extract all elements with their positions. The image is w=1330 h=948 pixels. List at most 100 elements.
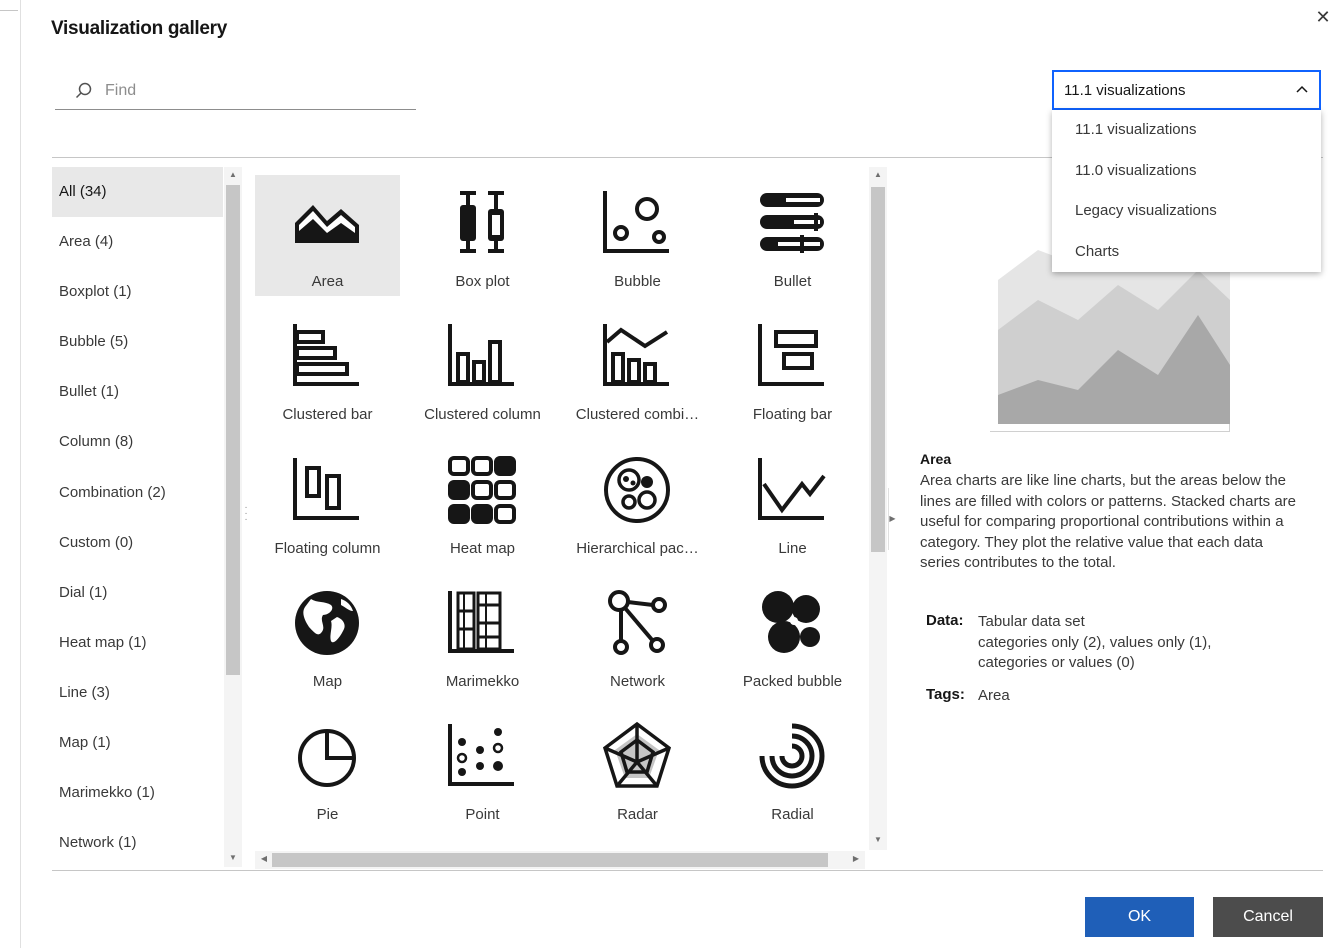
- search-field[interactable]: [55, 72, 416, 110]
- floating-bar-icon: [758, 324, 824, 386]
- version-select[interactable]: 11.1 visualizations: [1052, 70, 1321, 110]
- area-chart-icon: [295, 205, 359, 243]
- clustered-combination-icon: [603, 324, 669, 386]
- scroll-right-icon[interactable]: ▶: [847, 854, 865, 863]
- category-item[interactable]: Combination (2): [52, 468, 223, 518]
- viz-label: Pie: [316, 806, 339, 823]
- viz-tile-hierarchical-packed-bubble[interactable]: Hierarchical pac…: [565, 442, 710, 563]
- detail-data-value: Tabular data set categories only (2), va…: [978, 612, 1308, 674]
- viz-label: Marimekko: [445, 673, 520, 690]
- heat-map-icon: [448, 456, 516, 524]
- pane-splitter-handle[interactable]: · · ·: [244, 503, 248, 529]
- scroll-left-icon[interactable]: ◀: [255, 854, 273, 863]
- scroll-down-icon[interactable]: ▼: [224, 853, 242, 862]
- close-icon[interactable]: ✕: [1312, 6, 1330, 28]
- scroll-thumb[interactable]: [272, 853, 828, 867]
- viz-tile-bullet[interactable]: Bullet: [720, 175, 865, 296]
- menu-item-charts[interactable]: Charts: [1052, 232, 1321, 273]
- viz-label: Box plot: [455, 273, 510, 290]
- viz-label: Area: [311, 273, 344, 290]
- grid-vertical-scrollbar[interactable]: ▲ ▼: [869, 167, 887, 850]
- marimekko-icon: [448, 591, 514, 653]
- viz-label: Point: [465, 806, 500, 823]
- version-dropdown-menu: 11.1 visualizations 11.0 visualizations …: [1052, 110, 1321, 272]
- category-item[interactable]: Bubble (5): [52, 317, 223, 367]
- scroll-thumb[interactable]: [871, 187, 885, 552]
- category-item[interactable]: All (34): [52, 167, 223, 218]
- viz-label: Floating bar: [752, 406, 833, 423]
- left-divider: [20, 0, 21, 948]
- viz-tile-pie[interactable]: Pie: [255, 708, 400, 829]
- menu-item-11-1[interactable]: 11.1 visualizations: [1052, 110, 1321, 151]
- line-chart-icon: [758, 458, 826, 520]
- category-item[interactable]: Network (1): [52, 818, 223, 867]
- category-item[interactable]: Marimekko (1): [52, 768, 223, 818]
- divider: [52, 870, 1323, 871]
- viz-tile-radial[interactable]: Radial: [720, 708, 865, 829]
- viz-tile-box-plot[interactable]: Box plot: [410, 175, 555, 296]
- detail-title: Area: [920, 451, 952, 467]
- viz-label: Bullet: [773, 273, 812, 290]
- globe-map-icon: [295, 591, 359, 655]
- box-plot-icon: [460, 191, 504, 253]
- viz-label: Heat map: [449, 540, 516, 557]
- viz-label: Line: [778, 540, 807, 557]
- category-item[interactable]: Dial (1): [52, 568, 223, 618]
- detail-expander-handle[interactable]: ▶: [888, 488, 896, 550]
- bubble-chart-icon: [603, 191, 669, 253]
- viz-tile-clustered-column[interactable]: Clustered column: [410, 308, 555, 429]
- viz-tile-clustered-bar[interactable]: Clustered bar: [255, 308, 400, 429]
- category-item[interactable]: Custom (0): [52, 518, 223, 568]
- viz-tile-floating-bar[interactable]: Floating bar: [720, 308, 865, 429]
- viz-tile-bubble[interactable]: Bubble: [565, 175, 710, 296]
- ok-button[interactable]: OK: [1085, 897, 1194, 937]
- bullet-chart-icon: [760, 193, 824, 253]
- category-item[interactable]: Area (4): [52, 217, 223, 267]
- version-select-value: 11.1 visualizations: [1064, 82, 1186, 99]
- category-item[interactable]: Boxplot (1): [52, 267, 223, 317]
- detail-tags-value: Area: [978, 687, 1010, 704]
- clustered-column-icon: [448, 324, 514, 386]
- detail-tags-row: Tags: Area: [926, 686, 1306, 708]
- viz-tile-heat-map[interactable]: Heat map: [410, 442, 555, 563]
- viz-tile-network[interactable]: Network: [565, 575, 710, 696]
- detail-data-row: Data: Tabular data set categories only (…: [926, 612, 1306, 676]
- viz-tile-floating-column[interactable]: Floating column: [255, 442, 400, 563]
- scroll-down-icon[interactable]: ▼: [869, 835, 887, 844]
- viz-label: Radar: [617, 806, 658, 823]
- scroll-up-icon[interactable]: ▲: [869, 170, 887, 179]
- viz-tile-marimekko[interactable]: Marimekko: [410, 575, 555, 696]
- grid-horizontal-scrollbar[interactable]: ◀ ▶: [255, 851, 865, 869]
- category-item[interactable]: Heat map (1): [52, 618, 223, 668]
- menu-item-11-0[interactable]: 11.0 visualizations: [1052, 151, 1321, 192]
- clustered-bar-icon: [293, 324, 359, 386]
- viz-label: Clustered bar: [282, 406, 373, 423]
- hierarchical-packed-bubble-icon: [604, 457, 670, 523]
- viz-tile-line[interactable]: Line: [720, 442, 865, 563]
- viz-label: Packed bubble: [742, 673, 843, 690]
- viz-tile-packed-bubble[interactable]: Packed bubble: [720, 575, 865, 696]
- category-item[interactable]: Column (8): [52, 417, 223, 467]
- viz-tile-radar[interactable]: Radar: [565, 708, 710, 829]
- viz-tile-map[interactable]: Map: [255, 575, 400, 696]
- radar-chart-icon: [602, 721, 672, 788]
- detail-data-label: Data:: [926, 612, 964, 629]
- viz-label: Bubble: [614, 273, 661, 290]
- scroll-thumb[interactable]: [226, 185, 240, 675]
- pie-chart-icon: [298, 729, 356, 787]
- radial-chart-icon: [759, 723, 825, 789]
- category-scrollbar[interactable]: ▲ ▼: [224, 167, 242, 867]
- category-item[interactable]: Line (3): [52, 668, 223, 718]
- cancel-button[interactable]: Cancel: [1213, 897, 1323, 937]
- left-rule: [0, 10, 18, 11]
- viz-tile-clustered-combination[interactable]: Clustered combi…: [565, 308, 710, 429]
- viz-tile-point[interactable]: Point: [410, 708, 555, 829]
- viz-tile-area[interactable]: Area: [255, 175, 400, 296]
- category-item[interactable]: Map (1): [52, 718, 223, 768]
- menu-item-legacy[interactable]: Legacy visualizations: [1052, 191, 1321, 232]
- search-input[interactable]: [105, 80, 405, 102]
- scroll-up-icon[interactable]: ▲: [224, 170, 242, 179]
- category-item[interactable]: Bullet (1): [52, 367, 223, 417]
- viz-label: Map: [312, 673, 343, 690]
- search-icon: [75, 82, 92, 99]
